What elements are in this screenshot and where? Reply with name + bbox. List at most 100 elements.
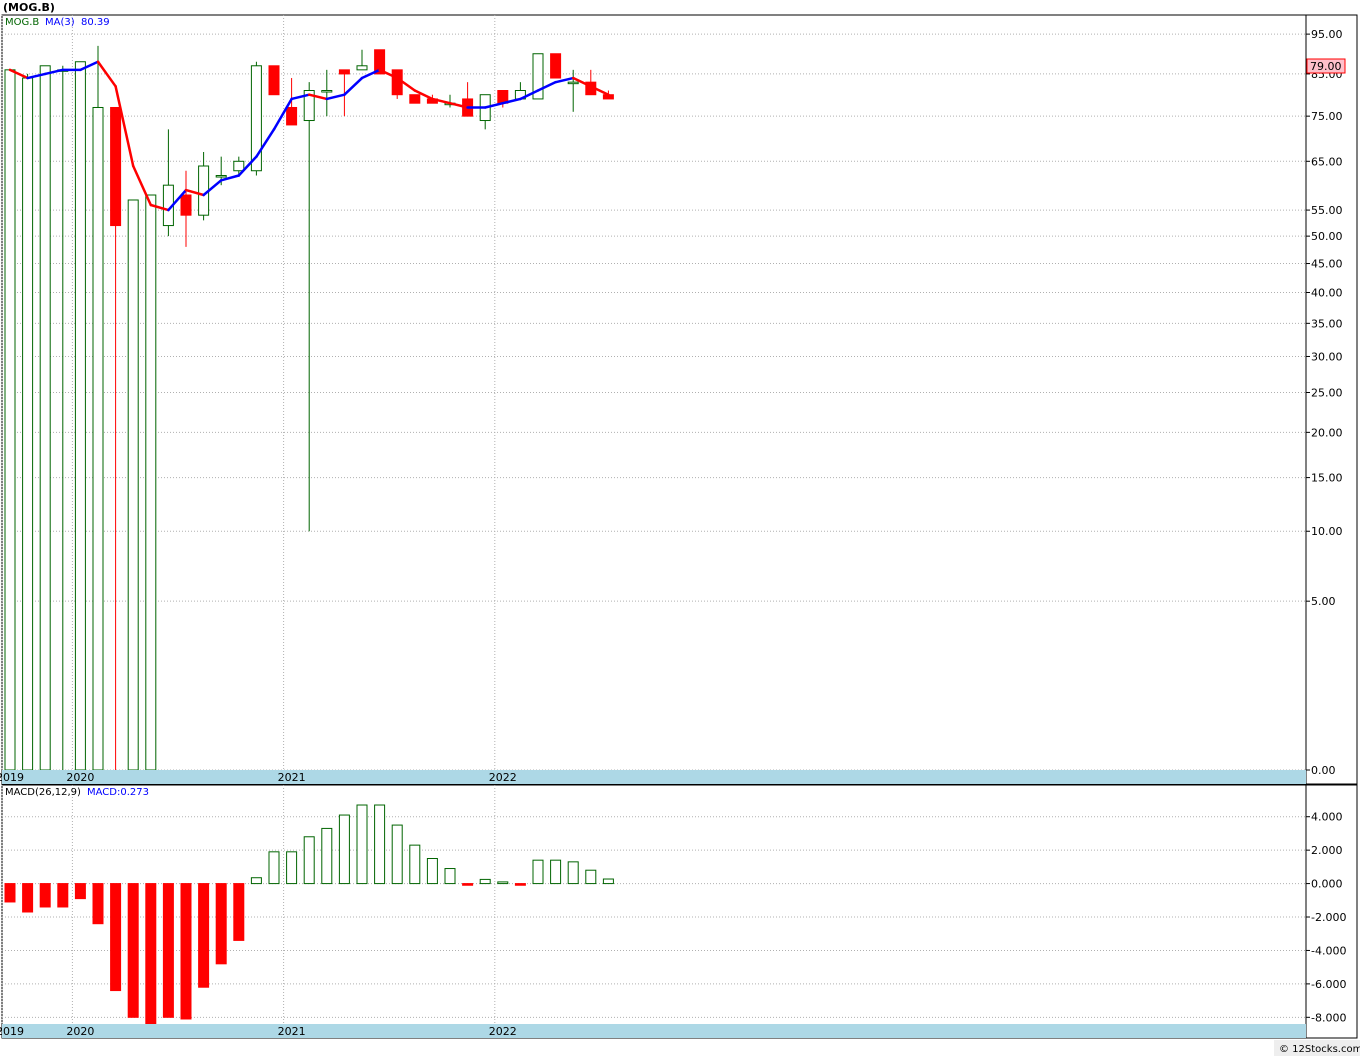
candle-body bbox=[215, 175, 227, 178]
price-y-tick-label: 50.00 bbox=[1311, 230, 1343, 243]
price-x-tick-label: 2021 bbox=[278, 771, 306, 784]
candle bbox=[391, 69, 403, 99]
candle-body bbox=[92, 106, 104, 771]
price-x-tick-label: 2020 bbox=[66, 771, 94, 784]
candle-body bbox=[356, 65, 368, 71]
macd-bar bbox=[409, 844, 421, 885]
candle bbox=[74, 61, 86, 771]
macd-bar bbox=[391, 824, 403, 885]
macd-bar bbox=[356, 804, 368, 885]
price-y-tick-label: 35.00 bbox=[1311, 317, 1343, 330]
macd-bar bbox=[22, 883, 34, 913]
price-y-tick-label: 0.00 bbox=[1311, 764, 1336, 777]
candle-body bbox=[39, 65, 51, 771]
macd-bar bbox=[162, 883, 174, 1018]
price-y-tick-label: 20.00 bbox=[1311, 426, 1343, 439]
candle bbox=[550, 53, 562, 79]
price-y-tick-label: 5.00 bbox=[1311, 595, 1336, 608]
macd-bar bbox=[321, 827, 333, 885]
candle-body bbox=[233, 160, 245, 172]
macd-bar bbox=[233, 883, 245, 941]
macd-bar bbox=[268, 851, 280, 885]
macd-x-axis-band bbox=[2, 1024, 1306, 1038]
macd-y-tick-label: 2.000 bbox=[1311, 844, 1343, 857]
candle-body bbox=[286, 106, 298, 126]
candle bbox=[4, 69, 16, 771]
macd-bar bbox=[39, 883, 51, 908]
candle bbox=[268, 65, 280, 96]
macd-x-tick-label: 2019 bbox=[0, 1025, 24, 1038]
macd-bar bbox=[92, 883, 104, 925]
macd-bar bbox=[426, 858, 438, 885]
macd-bar bbox=[145, 883, 157, 1025]
macd-y-tick-label: 4.000 bbox=[1311, 811, 1343, 824]
price-y-tick-label: 10.00 bbox=[1311, 525, 1343, 538]
chart-title: (MOG.B) bbox=[3, 1, 55, 14]
macd-bar bbox=[338, 814, 350, 885]
price-y-tick-label: 15.00 bbox=[1311, 472, 1343, 485]
macd-bar bbox=[602, 878, 614, 885]
last-price-label: 79.00 bbox=[1310, 60, 1342, 73]
macd-legend-value: MACD:0.273 bbox=[87, 787, 149, 798]
candle-body bbox=[338, 69, 350, 75]
macd-y-tick-label: -6.000 bbox=[1311, 978, 1346, 991]
macd-bar bbox=[286, 851, 298, 885]
candle bbox=[409, 94, 421, 104]
macd-bar bbox=[444, 868, 456, 885]
macd-bar bbox=[462, 883, 474, 886]
macd-bar bbox=[110, 883, 122, 992]
macd-y-tick-label: -2.000 bbox=[1311, 911, 1346, 924]
candle-body bbox=[180, 194, 192, 216]
macd-bar bbox=[479, 878, 491, 885]
candle-body bbox=[321, 90, 333, 93]
price-y-tick-label: 30.00 bbox=[1311, 350, 1343, 363]
price-x-tick-label: 2022 bbox=[489, 771, 517, 784]
price-y-tick-label: 95.00 bbox=[1311, 28, 1343, 41]
price-legend: MOG.B MA(3) 80.39 bbox=[5, 17, 110, 28]
last-price-badge: 79.00 bbox=[1306, 58, 1346, 74]
candle-body bbox=[127, 199, 139, 771]
price-y-tick-label: 75.00 bbox=[1311, 110, 1343, 123]
legend-symbol: MOG.B bbox=[5, 17, 39, 28]
macd-bar bbox=[127, 883, 139, 1018]
price-x-axis-band bbox=[2, 770, 1306, 784]
price-y-tick-label: 55.00 bbox=[1311, 204, 1343, 217]
macd-bar bbox=[198, 883, 210, 988]
macd-bar bbox=[550, 859, 562, 885]
macd-bar bbox=[4, 883, 16, 903]
candle-body bbox=[110, 106, 122, 227]
macd-legend-label: MACD(26,12,9) bbox=[5, 787, 81, 798]
footer-credit: © 12Stocks.com bbox=[1279, 1044, 1360, 1055]
stock-chart: (MOG.B) 0.00 5.00 10.00 15.00 20.00 25.00 30.0… bbox=[0, 0, 1360, 1056]
macd-legend: MACD(26,12,9) MACD:0.273 bbox=[5, 787, 149, 798]
price-y-tick-label: 25.00 bbox=[1311, 387, 1343, 400]
candle-body bbox=[550, 53, 562, 79]
macd-bar bbox=[514, 883, 526, 886]
macd-x-tick-label: 2020 bbox=[66, 1025, 94, 1038]
macd-bar bbox=[585, 869, 597, 885]
macd-x-tick-label: 2022 bbox=[489, 1025, 517, 1038]
macd-bar bbox=[532, 859, 544, 885]
candle bbox=[92, 45, 104, 771]
candle bbox=[127, 199, 139, 771]
macd-bar bbox=[567, 861, 579, 885]
price-y-tick-label: 40.00 bbox=[1311, 286, 1343, 299]
candle bbox=[22, 73, 34, 771]
macd-bar bbox=[303, 836, 315, 885]
macd-bar bbox=[57, 883, 69, 908]
macd-bar bbox=[497, 881, 509, 885]
macd-y-tick-label: -4.000 bbox=[1311, 944, 1346, 957]
macd-bar bbox=[215, 883, 227, 965]
candle-body bbox=[145, 194, 157, 771]
legend-ma-label: MA(3) bbox=[45, 17, 75, 28]
candle bbox=[145, 194, 157, 771]
macd-bar bbox=[180, 883, 192, 1020]
macd-y-tick-label: 0.000 bbox=[1311, 878, 1343, 891]
candle-body bbox=[22, 77, 34, 771]
candle-body bbox=[74, 61, 86, 771]
macd-bar bbox=[250, 877, 262, 885]
candle-body bbox=[4, 69, 16, 771]
price-y-tick-label: 65.00 bbox=[1311, 155, 1343, 168]
price-y-tick-label: 45.00 bbox=[1311, 258, 1343, 271]
candle bbox=[39, 65, 51, 771]
